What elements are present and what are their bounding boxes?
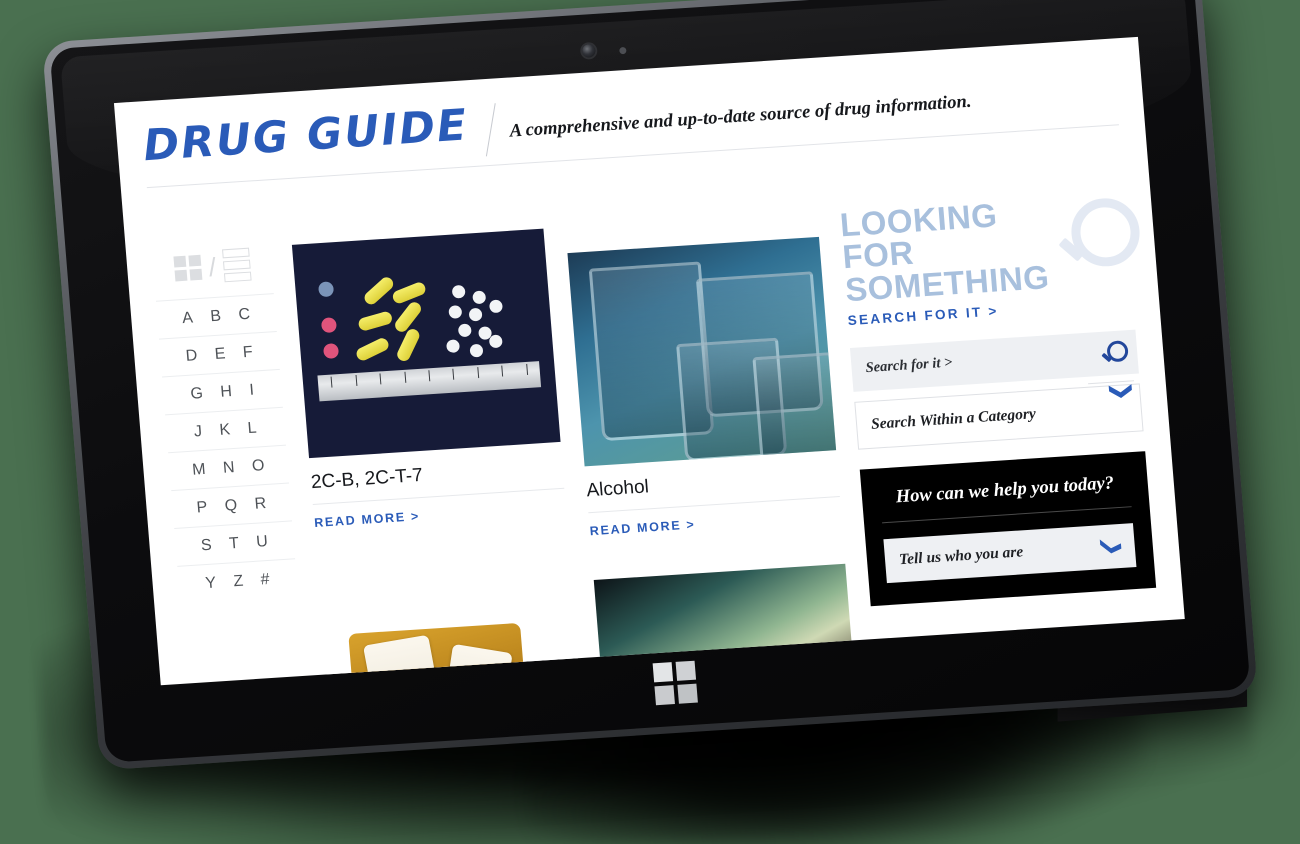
grid-view-icon[interactable] bbox=[173, 254, 203, 282]
list-bar bbox=[221, 247, 250, 259]
grid-cell bbox=[174, 269, 188, 282]
sensor-dot-icon bbox=[619, 46, 627, 55]
tablet-pill bbox=[448, 304, 463, 319]
alpha-letter[interactable]: D bbox=[185, 347, 198, 366]
alpha-letter[interactable]: B bbox=[210, 308, 223, 327]
screenshot-stage: DRUG GUIDE A comprehensive and up-to-dat… bbox=[0, 0, 1300, 844]
site-logo[interactable]: DRUG GUIDE bbox=[141, 100, 486, 171]
glass bbox=[752, 351, 837, 466]
view-toggle[interactable]: / bbox=[152, 246, 274, 300]
alpha-row-yz[interactable]: Y Z # bbox=[177, 558, 299, 604]
drug-card[interactable] bbox=[592, 538, 866, 686]
category-select-value: Search Within a Category bbox=[870, 405, 1037, 433]
alpha-letter[interactable]: C bbox=[238, 306, 251, 325]
alpha-letter[interactable]: M bbox=[192, 461, 207, 480]
capsule bbox=[390, 280, 428, 306]
windows-logo-pane bbox=[675, 660, 697, 681]
drug-card-image[interactable] bbox=[567, 236, 837, 467]
webpage: DRUG GUIDE A comprehensive and up-to-dat… bbox=[114, 37, 1185, 686]
search-heading: LOOKING FOR SOMETHING bbox=[839, 191, 1132, 307]
alpha-letter[interactable]: # bbox=[260, 571, 271, 590]
tablet-pill bbox=[468, 307, 483, 322]
drug-card[interactable]: Alcohol READ MORE > bbox=[565, 211, 842, 538]
search-panel: LOOKING FOR SOMETHING SEARCH FOR IT > Se… bbox=[839, 191, 1173, 685]
alpha-letter[interactable]: K bbox=[219, 421, 232, 440]
alphabet-sidebar: / A B C D E F G H I J K L M N O P Q R S … bbox=[152, 246, 318, 685]
alpha-letter[interactable]: Y bbox=[205, 574, 218, 593]
page-content: / A B C D E F G H I J K L M N O P Q R S … bbox=[147, 131, 1173, 686]
alpha-letter[interactable]: Z bbox=[233, 573, 245, 592]
tablet-screen: DRUG GUIDE A comprehensive and up-to-dat… bbox=[113, 36, 1185, 686]
drug-card[interactable]: 2C-B, 2C-T-7 READ MORE > bbox=[291, 228, 569, 556]
camera-icon bbox=[581, 43, 596, 58]
alpha-letter[interactable]: J bbox=[193, 423, 203, 441]
alpha-letter[interactable]: G bbox=[190, 385, 204, 404]
chevron-down-icon[interactable]: ❯ bbox=[1088, 380, 1139, 439]
capsule bbox=[394, 326, 422, 363]
windows-logo-pane bbox=[652, 662, 674, 683]
tablet-pill bbox=[472, 290, 487, 305]
pill-dot bbox=[320, 317, 337, 334]
list-bar bbox=[223, 271, 252, 283]
windows-logo-pane bbox=[677, 683, 698, 704]
drug-card-image[interactable] bbox=[291, 228, 561, 459]
alpha-letter[interactable]: Q bbox=[224, 497, 238, 516]
alpha-letter[interactable]: U bbox=[256, 533, 269, 552]
pill-dot bbox=[322, 342, 339, 359]
grid-cell bbox=[173, 255, 187, 268]
alpha-letter[interactable]: S bbox=[200, 537, 213, 556]
ruler bbox=[317, 361, 542, 402]
alpha-letter[interactable]: A bbox=[182, 309, 195, 328]
list-bar bbox=[222, 259, 251, 271]
pill-dot bbox=[317, 280, 334, 297]
tablet-pill bbox=[446, 339, 461, 353]
grid-cell bbox=[188, 254, 202, 267]
search-input[interactable] bbox=[862, 345, 1078, 379]
alpha-letter[interactable]: I bbox=[249, 382, 255, 400]
grid-cell bbox=[189, 268, 203, 281]
help-panel: How can we help you today? Tell us who y… bbox=[859, 451, 1157, 607]
alpha-letter[interactable]: R bbox=[254, 495, 267, 514]
help-role-select-value: Tell us who you are bbox=[898, 543, 1024, 569]
capsule bbox=[357, 310, 394, 332]
alpha-letter[interactable]: E bbox=[214, 345, 227, 364]
tablet-bezel: DRUG GUIDE A comprehensive and up-to-dat… bbox=[49, 0, 1251, 763]
capsule bbox=[361, 274, 396, 307]
alpha-letter[interactable]: P bbox=[196, 499, 209, 518]
alpha-letter[interactable]: L bbox=[247, 420, 258, 439]
drug-card[interactable] bbox=[318, 555, 592, 686]
tablet-pill bbox=[457, 323, 472, 338]
tablet-device: DRUG GUIDE A comprehensive and up-to-dat… bbox=[41, 0, 1259, 771]
alpha-letter[interactable]: F bbox=[242, 344, 254, 363]
alpha-letter[interactable]: T bbox=[228, 535, 240, 554]
site-tagline: A comprehensive and up-to-date source of… bbox=[508, 91, 973, 142]
tablet-pill bbox=[488, 334, 503, 349]
tablet-pill bbox=[488, 299, 503, 314]
alpha-letter[interactable]: H bbox=[220, 383, 233, 402]
windows-logo-pane bbox=[654, 685, 675, 706]
search-icon[interactable] bbox=[1100, 340, 1129, 365]
alpha-letter[interactable]: N bbox=[222, 459, 235, 478]
category-select[interactable]: Search Within a Category ❯ bbox=[854, 380, 1144, 450]
drug-card-image[interactable] bbox=[318, 555, 587, 686]
tablet-pill bbox=[469, 344, 484, 358]
header-divider bbox=[486, 103, 496, 157]
chevron-down-icon[interactable]: ❯ bbox=[1099, 537, 1125, 555]
toggle-separator: / bbox=[207, 251, 218, 282]
list-view-icon[interactable] bbox=[221, 247, 252, 283]
tablet-pill bbox=[451, 285, 466, 299]
capsule bbox=[354, 335, 392, 363]
help-role-select[interactable]: Tell us who you are ❯ bbox=[883, 523, 1137, 584]
drug-card-grid: 2C-B, 2C-T-7 READ MORE > Alcohol READ MO… bbox=[291, 211, 866, 686]
drug-card-image[interactable] bbox=[593, 563, 863, 686]
alpha-letter[interactable]: O bbox=[251, 457, 265, 476]
windows-logo[interactable] bbox=[652, 660, 698, 706]
help-panel-title: How can we help you today? bbox=[879, 472, 1132, 524]
